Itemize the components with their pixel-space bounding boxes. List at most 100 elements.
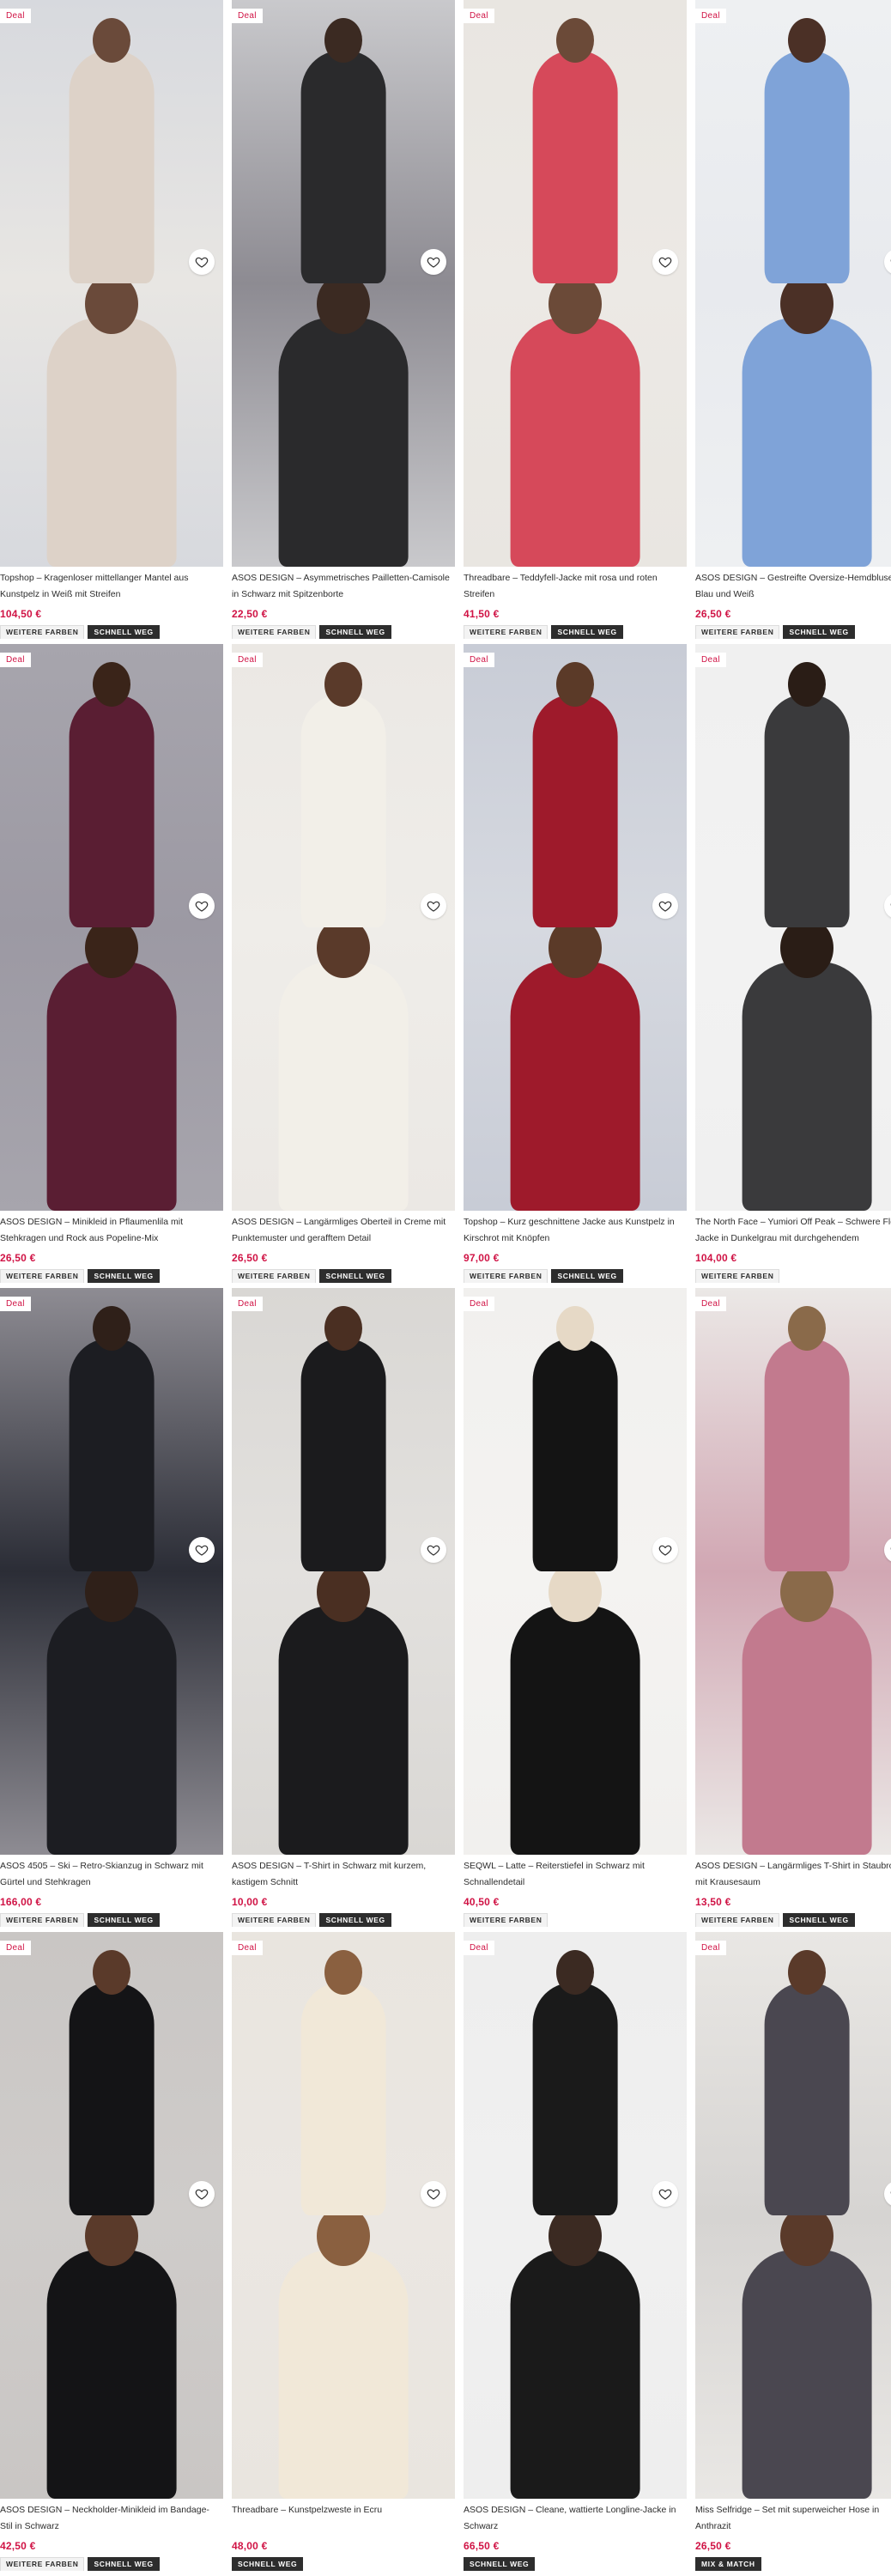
product-image-alt[interactable] [464,283,687,567]
product-image[interactable]: Deal [695,0,891,283]
product-title[interactable]: ASOS DESIGN – Langärmliges Oberteil in C… [232,1214,455,1247]
product-card[interactable]: Deal Threadbare – Teddyfell-Jacke mit ros… [464,0,687,644]
product-card[interactable]: Deal Miss Selfridge – Set mit superweiche… [695,1932,891,2576]
save-for-later-button[interactable] [189,2181,215,2207]
save-for-later-button[interactable] [652,893,678,919]
product-image[interactable]: Deal [464,1288,687,1571]
product-title[interactable]: ASOS DESIGN – Langärmliges T-Shirt in St… [695,1858,891,1891]
product-image-alt[interactable] [695,927,891,1211]
product-card[interactable]: Deal ASOS DESIGN – Langärmliges Oberteil … [232,644,455,1288]
product-card[interactable]: Deal Topshop – Kurz geschnittene Jacke au… [464,644,687,1288]
product-title[interactable]: Threadbare – Teddyfell-Jacke mit rosa un… [464,570,687,603]
more-colours-badge: WEITERE FARBEN [464,1913,549,1927]
product-image[interactable]: Deal [695,644,891,927]
product-card[interactable]: Deal ASOS DESIGN – T-Shirt in Schwarz mit… [232,1288,455,1932]
product-card[interactable]: Deal The North Face – Yumiori Off Peak – … [695,644,891,1288]
product-card[interactable]: Deal ASOS DESIGN – Neckholder-Minikleid i… [0,1932,223,2576]
model-figure [69,1339,155,1571]
product-image-alt[interactable] [0,927,223,1211]
product-card[interactable]: Deal ASOS DESIGN – Langärmliges T-Shirt i… [695,1288,891,1932]
product-image-alt[interactable] [232,1571,455,1855]
deal-badge: Deal [695,9,726,23]
product-image[interactable]: Deal [232,0,455,283]
selling-fast-badge: SCHNELL WEG [232,2557,304,2571]
product-image-alt[interactable] [464,1571,687,1855]
product-image-alt[interactable] [464,2215,687,2499]
product-image[interactable]: Deal [695,1288,891,1571]
product-title[interactable]: Miss Selfridge – Set mit superweicher Ho… [695,2502,891,2535]
product-card[interactable]: Deal ASOS DESIGN – Cleane, wattierte Long… [464,1932,687,2576]
product-image[interactable]: Deal [0,1288,223,1571]
product-title[interactable]: The North Face – Yumiori Off Peak – Schw… [695,1214,891,1247]
save-for-later-button[interactable] [652,1537,678,1563]
product-title[interactable]: ASOS DESIGN – T-Shirt in Schwarz mit kur… [232,1858,455,1891]
product-image-alt[interactable] [0,283,223,567]
save-for-later-button[interactable] [652,249,678,275]
more-colours-badge: WEITERE FARBEN [0,2557,85,2571]
product-image-alt[interactable] [232,283,455,567]
save-for-later-button[interactable] [189,893,215,919]
product-price: 26,50 € [695,2540,731,2552]
save-for-later-button[interactable] [421,2181,446,2207]
product-card[interactable]: Deal ASOS DESIGN – Gestreifte Oversize-He… [695,0,891,644]
save-for-later-button[interactable] [652,2181,678,2207]
heart-icon [427,1545,440,1556]
selling-fast-badge: SCHNELL WEG [88,2557,160,2571]
product-title[interactable]: ASOS DESIGN – Asymmetrisches Pailletten-… [232,570,455,603]
product-image[interactable]: Deal [695,1932,891,2215]
product-image-alt[interactable] [0,2215,223,2499]
product-title[interactable]: Topshop – Kurz geschnittene Jacke aus Ku… [464,1214,687,1247]
product-image[interactable]: Deal [232,1288,455,1571]
product-image[interactable]: Deal [232,644,455,927]
product-image-alt[interactable] [232,927,455,1211]
product-card[interactable]: Deal ASOS DESIGN – Asymmetrisches Paillet… [232,0,455,644]
product-title[interactable]: ASOS DESIGN – Cleane, wattierte Longline… [464,2502,687,2535]
product-image[interactable]: Deal [0,1932,223,2215]
product-title[interactable]: Topshop – Kragenloser mittellanger Mante… [0,570,223,603]
product-image[interactable]: Deal [464,0,687,283]
more-colours-badge: WEITERE FARBEN [695,1913,780,1927]
model-head [324,1949,362,1995]
model-figure [532,51,618,283]
product-title[interactable]: ASOS DESIGN – Minikleid in Pflaumenlila … [0,1214,223,1247]
product-title[interactable]: ASOS 4505 – Ski – Retro-Skianzug in Schw… [0,1858,223,1891]
product-image[interactable]: Deal [464,1932,687,2215]
save-for-later-button[interactable] [189,1537,215,1563]
product-image[interactable]: Deal [232,1932,455,2215]
save-for-later-button[interactable] [421,249,446,275]
model-figure [300,695,386,927]
product-image-alt[interactable] [0,1571,223,1855]
save-for-later-button[interactable] [421,1537,446,1563]
product-image[interactable]: Deal [0,644,223,927]
product-image-alt[interactable] [695,283,891,567]
heart-icon [427,257,440,268]
product-image-alt[interactable] [695,1571,891,1855]
product-badges: WEITERE FARBEN SCHNELL WEG [695,1913,891,1927]
product-title[interactable]: SEQWL – Latte – Reiterstiefel in Schwarz… [464,1858,687,1891]
product-image[interactable]: Deal [464,644,687,927]
product-price: 166,00 € [0,1896,42,1908]
model-figure [510,2249,640,2499]
product-card[interactable]: Deal Topshop – Kragenloser mittellanger M… [0,0,223,644]
product-title[interactable]: ASOS DESIGN – Neckholder-Minikleid im Ba… [0,2502,223,2535]
product-card[interactable]: Deal ASOS 4505 – Ski – Retro-Skianzug in … [0,1288,223,1932]
save-for-later-button[interactable] [421,893,446,919]
product-card[interactable]: Deal Threadbare – Kunstpelzweste in Ecru 4… [232,1932,455,2576]
save-for-later-button[interactable] [189,249,215,275]
product-badges: WEITERE FARBEN SCHNELL WEG [464,1269,687,1283]
product-image-alt[interactable] [232,2215,455,2499]
product-grid: Deal Topshop – Kragenloser mittellanger M… [0,0,891,2576]
product-price: 104,00 € [695,1252,737,1264]
model-figure [300,1339,386,1571]
product-card[interactable]: Deal SEQWL – Latte – Reiterstiefel in Sch… [464,1288,687,1932]
product-image[interactable]: Deal [0,0,223,283]
product-title[interactable]: ASOS DESIGN – Gestreifte Oversize-Hemdbl… [695,570,891,603]
product-card[interactable]: Deal ASOS DESIGN – Minikleid in Pflaumenl… [0,644,223,1288]
more-colours-badge: WEITERE FARBEN [695,625,780,639]
product-image-alt[interactable] [695,2215,891,2499]
model-head [324,661,362,707]
model-head [324,17,362,63]
product-image-alt[interactable] [464,927,687,1211]
product-title[interactable]: Threadbare – Kunstpelzweste in Ecru [232,2502,455,2535]
mix-match-badge: MIX & MATCH [695,2557,761,2571]
